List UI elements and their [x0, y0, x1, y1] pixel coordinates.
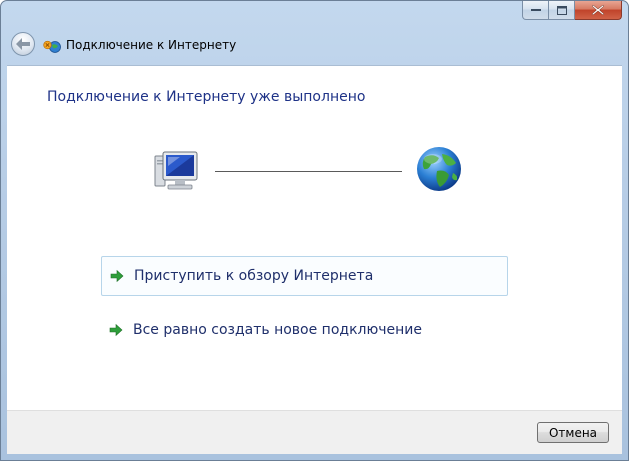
navigation-bar: Подключение к Интернету	[1, 29, 628, 65]
minimize-icon	[530, 9, 541, 11]
wizard-window: Подключение к Интернету Подключение к Ин…	[0, 0, 629, 461]
back-arrow-icon	[16, 38, 30, 50]
green-arrow-icon	[109, 323, 123, 337]
maximize-icon	[556, 5, 567, 15]
connection-line	[215, 171, 402, 172]
minimize-button[interactable]	[522, 1, 549, 20]
cancel-button[interactable]: Отмена	[537, 422, 609, 443]
page-headline: Подключение к Интернету уже выполнено	[47, 89, 366, 105]
option-label: Все равно создать новое подключение	[133, 322, 423, 338]
window-controls	[522, 1, 622, 21]
globe-icon	[417, 147, 461, 191]
back-button[interactable]	[11, 32, 35, 56]
green-arrow-icon	[110, 269, 124, 283]
content-area: Подключение к Интернету уже выполнено Пр…	[7, 65, 622, 411]
window-title: Подключение к Интернету	[66, 38, 237, 52]
maximize-button[interactable]	[549, 1, 575, 20]
computer-icon	[154, 151, 198, 190]
title-bar	[1, 1, 628, 29]
close-button[interactable]	[575, 1, 622, 20]
footer-bar: Отмена	[7, 410, 622, 454]
option-start-browsing[interactable]: Приступить к обзору Интернета	[101, 256, 508, 296]
option-create-new-connection[interactable]: Все равно создать новое подключение	[101, 310, 508, 350]
close-icon	[592, 5, 604, 15]
network-connection-icon	[43, 40, 61, 53]
option-label: Приступить к обзору Интернета	[134, 268, 374, 284]
